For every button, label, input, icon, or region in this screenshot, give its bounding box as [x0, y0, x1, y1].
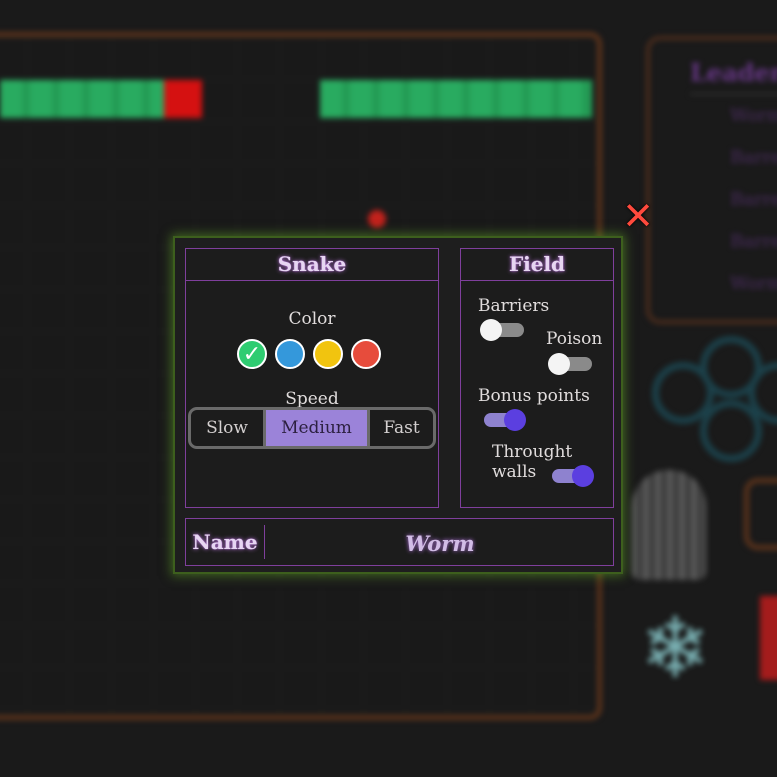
speed-selector: Slow Medium Fast [188, 407, 436, 449]
toggle-knob [504, 409, 526, 431]
color-swatch-green[interactable]: ✓ [237, 339, 267, 369]
color-swatch-blue[interactable] [275, 339, 305, 369]
barriers-toggle[interactable] [480, 319, 524, 341]
bonus-points-label: Bonus points [478, 386, 590, 406]
bonus-points-toggle[interactable] [484, 409, 526, 431]
toggle-knob [572, 465, 594, 487]
speed-fast-button[interactable]: Fast [370, 410, 433, 446]
field-settings-panel: Field Barriers Poison Bonus points Throu… [460, 248, 614, 508]
snake-panel-title: Snake [186, 249, 438, 281]
field-panel-title: Field [461, 249, 613, 281]
name-label: Name [192, 530, 258, 554]
speed-slow-button[interactable]: Slow [191, 410, 266, 446]
barriers-label: Barriers [478, 296, 550, 316]
color-swatch-red[interactable] [351, 339, 381, 369]
through-walls-toggle[interactable] [552, 465, 594, 487]
snake-settings-panel: Snake Color ✓ Speed Slow Medium Fast [185, 248, 439, 508]
speed-medium-button[interactable]: Medium [266, 410, 370, 446]
name-input[interactable] [266, 523, 614, 563]
toggle-knob [548, 353, 570, 375]
color-swatch-yellow[interactable] [313, 339, 343, 369]
poison-label: Poison [546, 329, 603, 349]
color-label: Color [288, 309, 336, 329]
settings-dialog: Snake Color ✓ Speed Slow Medium Fast Fie… [173, 236, 623, 574]
close-icon[interactable]: ✕ [620, 197, 656, 235]
poison-toggle[interactable] [548, 353, 592, 375]
checkmark-icon: ✓ [242, 342, 262, 367]
speed-label: Speed [285, 389, 339, 409]
toggle-knob [480, 319, 502, 341]
divider [264, 525, 265, 559]
name-row: Name [185, 518, 614, 566]
